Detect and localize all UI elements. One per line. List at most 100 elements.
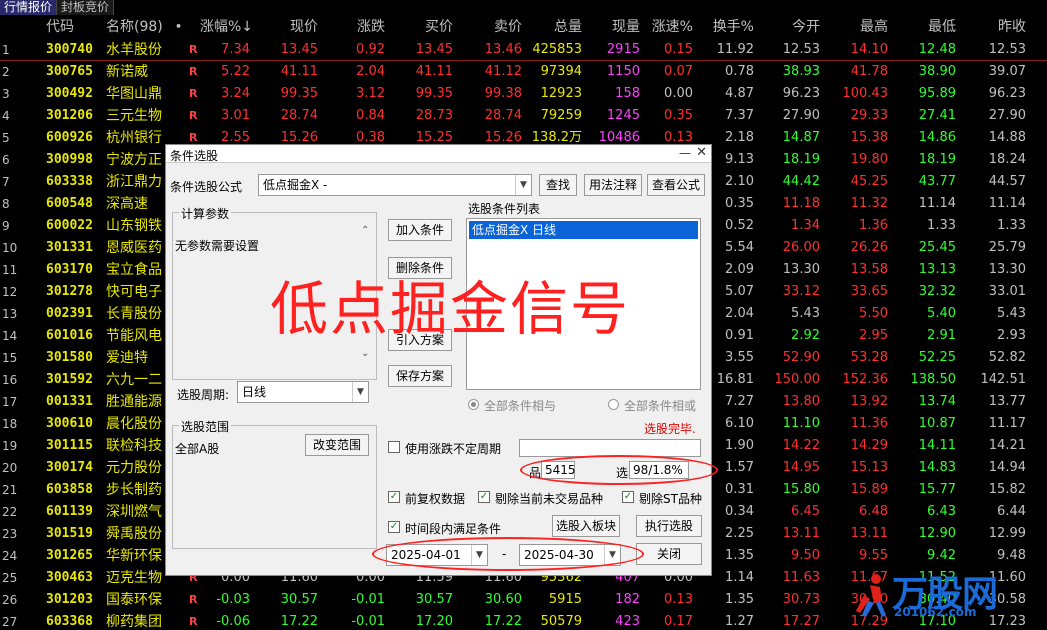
header-code[interactable]: 代码: [46, 15, 100, 39]
cell-open: 11.63: [782, 570, 820, 585]
minimize-icon[interactable]: —: [679, 146, 691, 160]
header-low[interactable]: 最低: [900, 15, 956, 39]
add-condition-button[interactable]: 加入条件: [388, 219, 452, 241]
top-tab-bar: 行情报价 封板竞价: [0, 0, 1047, 15]
condition-list-item[interactable]: 低点掘金X 日线: [469, 221, 698, 239]
header-sell[interactable]: 卖价: [462, 15, 522, 39]
cell-prev: 14.21: [988, 438, 1026, 453]
chevron-down-icon[interactable]: ⌄: [361, 348, 369, 359]
cell-prev: 142.51: [980, 372, 1027, 387]
header-name[interactable]: 名称(98): [106, 15, 186, 39]
cell-high: 15.38: [850, 130, 888, 145]
adjust-checkbox[interactable]: ✓: [388, 491, 400, 503]
cell-open: 11.18: [782, 196, 820, 211]
cell-high: 19.80: [850, 152, 888, 167]
cell-chg: -0.01: [351, 592, 385, 607]
cell-prev: 96.23: [988, 86, 1026, 101]
cell-pct: 3.24: [221, 86, 250, 101]
tab-limit-auction[interactable]: 封板竞价: [57, 0, 115, 15]
change-scope-button[interactable]: 改变范围: [305, 434, 369, 456]
cell-idx: 1: [2, 43, 10, 57]
cell-pct: 3.01: [221, 108, 250, 123]
cell-code: 301278: [46, 284, 93, 299]
cell-prev: 11.17: [988, 416, 1026, 431]
cell-high: 14.10: [850, 42, 888, 57]
cell-name: 国泰环保: [106, 592, 162, 608]
cell-open: 26.00: [782, 240, 820, 255]
cell-low: 2.91: [927, 328, 956, 343]
to-block-button[interactable]: 选股入板块: [552, 515, 620, 537]
header-prev-close[interactable]: 昨收: [968, 15, 1026, 39]
view-formula-button[interactable]: 查看公式: [647, 174, 705, 196]
cell-code: 301206: [46, 108, 93, 123]
header-turnover[interactable]: 换手%: [704, 15, 754, 39]
cell-turn: 1.27: [725, 614, 754, 629]
cell-sell: 30.60: [484, 592, 522, 607]
cell-high: 6.48: [859, 504, 888, 519]
header-chg[interactable]: 涨跌: [330, 15, 385, 39]
cell-turn: 7.37: [725, 108, 754, 123]
cell-prev: 44.57: [988, 174, 1026, 189]
table-row[interactable]: 4 301206 三元生物 R 3.01 28.74 0.84 28.73 28.74 79259…: [0, 105, 1047, 127]
exclude-untraded-checkbox[interactable]: ✓: [478, 491, 490, 503]
scope-group: 选股范围 全部A股 改变范围: [172, 418, 377, 549]
find-button[interactable]: 查找: [539, 174, 577, 196]
table-row[interactable]: 2 300765 新诺威 R 5.22 41.11 2.04 41.11 41.12 97394 1…: [0, 61, 1047, 83]
header-dot: •: [175, 20, 183, 33]
table-row[interactable]: 1 300740 水羊股份 R 7.34 13.45 0.92 13.45 13.46 42585…: [0, 39, 1047, 61]
cell-open: 18.19: [782, 152, 820, 167]
radio-all-or[interactable]: [608, 399, 619, 410]
close-icon[interactable]: ✕: [696, 145, 707, 160]
header-speed[interactable]: 涨速%: [645, 15, 693, 39]
header-price[interactable]: 现价: [258, 15, 318, 39]
header-buy[interactable]: 买价: [393, 15, 453, 39]
cell-prev: 6.44: [997, 504, 1026, 519]
cell-low: 27.41: [918, 108, 956, 123]
uncertain-period-checkbox[interactable]: [388, 441, 400, 453]
cell-idx: 13: [2, 307, 18, 321]
watermark-url: 201062.com: [894, 605, 977, 619]
radio-all-or-label: 全部条件相或: [624, 399, 697, 413]
tab-quotes[interactable]: 行情报价: [0, 0, 58, 15]
cell-spd: 0.07: [664, 64, 693, 79]
cell-code: 603368: [46, 614, 93, 629]
period-label: 选股周期:: [177, 388, 230, 402]
cell-low: 10.87: [918, 416, 956, 431]
period-select[interactable]: 日线 ▼: [237, 381, 369, 403]
cell-prev: 13.77: [988, 394, 1026, 409]
usage-note-button[interactable]: 用法注释: [584, 174, 642, 196]
cell-idx: 3: [2, 87, 10, 101]
header-volume[interactable]: 总量: [528, 15, 582, 39]
save-scheme-button[interactable]: 保存方案: [388, 365, 452, 387]
chevron-up-icon[interactable]: ⌃: [361, 225, 369, 236]
cell-low: 12.90: [918, 526, 956, 541]
formula-select[interactable]: 低点掘金X - ▼: [258, 174, 532, 196]
exclude-st-checkbox[interactable]: ✓: [622, 491, 634, 503]
cell-low: 9.42: [927, 548, 956, 563]
cell-cur: 1245: [606, 108, 640, 123]
chevron-down-icon[interactable]: ▼: [515, 175, 531, 195]
close-button[interactable]: 关闭: [636, 543, 702, 565]
header-pct[interactable]: 涨幅%↓: [200, 15, 250, 39]
cell-vol: 5915: [548, 592, 582, 607]
cell-open: 13.80: [782, 394, 820, 409]
chevron-down-icon[interactable]: ▼: [352, 382, 368, 402]
dialog-titlebar[interactable]: 条件选股 — ✕: [166, 145, 711, 163]
header-open[interactable]: 今开: [764, 15, 820, 39]
table-row[interactable]: 3 300492 华图山鼎 R 3.24 99.35 3.12 99.35 99.38 12923…: [0, 83, 1047, 105]
cell-high: 45.25: [850, 174, 888, 189]
cell-idx: 17: [2, 395, 18, 409]
header-current-volume[interactable]: 现量: [588, 15, 640, 39]
cell-code: 002391: [46, 306, 93, 321]
cell-sell: 41.12: [484, 64, 522, 79]
cell-open: 1.34: [791, 218, 820, 233]
cell-chg: 3.12: [356, 86, 385, 101]
cell-low: 1.33: [927, 218, 956, 233]
period-condition-checkbox[interactable]: ✓: [388, 521, 400, 533]
cell-idx: 9: [2, 219, 10, 233]
cell-cur: 423: [615, 614, 640, 629]
run-selection-button[interactable]: 执行选股: [636, 515, 702, 537]
radio-all-and[interactable]: [468, 399, 479, 410]
header-high[interactable]: 最高: [830, 15, 888, 39]
scope-value: 全部A股: [175, 442, 220, 456]
